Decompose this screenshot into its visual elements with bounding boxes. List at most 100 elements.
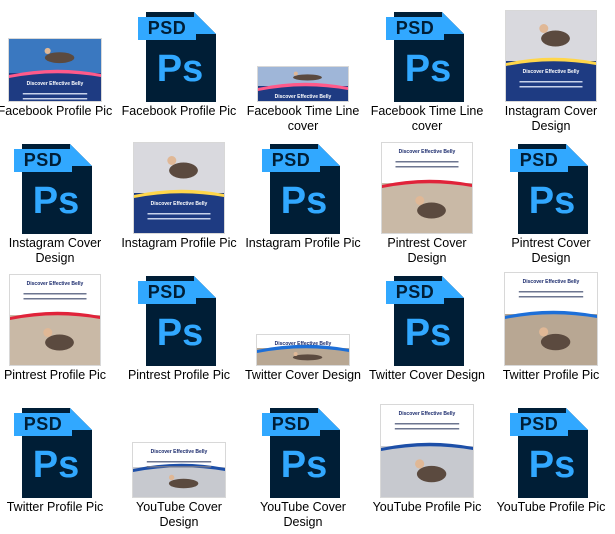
psd-file-icon: PSD Ps	[138, 12, 216, 102]
thumbnail-figure-head	[293, 351, 298, 356]
thumbnail-headline: Discover Effective Belly	[26, 281, 84, 287]
psd-file-item[interactable]: PSD Ps Pintrest Profile Pic	[117, 268, 241, 400]
psd-file-item[interactable]: PSD Ps Instagram Profile Pic	[241, 136, 365, 268]
file-thumbnail: Discover Effective Belly	[489, 8, 613, 102]
ps-glyph: Ps	[156, 48, 204, 90]
thumbnail-figure-head	[539, 327, 549, 337]
file-grid: Discover Effective Belly Facebook Profile…	[0, 0, 615, 534]
file-name-label: YouTube Cover Design	[136, 500, 222, 529]
image-file-item[interactable]: Discover Effective Belly YouTube Cover De…	[117, 400, 241, 532]
file-name-label: Pintrest Cover Design	[387, 236, 467, 265]
file-name-label: Instagram Cover Design	[504, 104, 598, 133]
thumbnail-figure-head	[293, 71, 298, 76]
thumbnail-figure	[540, 333, 571, 351]
ps-glyph: Ps	[528, 444, 576, 486]
image-thumbnail: Discover Effective Belly	[133, 142, 225, 234]
image-thumbnail: Discover Effective Belly	[381, 142, 473, 234]
thumbnail-text-line	[147, 213, 211, 215]
thumbnail-headline: Discover Effective Belly	[150, 201, 208, 207]
psd-file-icon: PSD Ps	[262, 408, 340, 498]
image-file-item[interactable]: Discover Effective Belly Twitter Cover De…	[241, 268, 365, 400]
thumbnail-figure	[169, 162, 198, 179]
thumbnail-headline: Discover Effective Belly	[522, 279, 580, 285]
thumbnail-figure-head	[415, 459, 425, 469]
ps-glyph: Ps	[528, 180, 576, 222]
psd-file-item[interactable]: PSD Ps Twitter Cover Design	[365, 268, 489, 400]
file-name-label: Instagram Profile Pic	[121, 236, 237, 250]
psd-tag-text: PSD	[386, 17, 444, 40]
thumbnail-text-line	[22, 98, 88, 100]
file-thumbnail: Discover Effective Belly	[241, 8, 365, 102]
thumbnail-text-line	[147, 218, 211, 220]
ps-glyph: Ps	[156, 312, 204, 354]
file-thumbnail: Discover Effective Belly	[489, 272, 613, 366]
file-thumbnail: PSD Ps	[0, 404, 117, 498]
psd-file-icon: PSD Ps	[510, 408, 588, 498]
file-thumbnail: PSD Ps	[489, 404, 613, 498]
file-thumbnail: Discover Effective Belly	[117, 140, 241, 234]
image-file-item[interactable]: Discover Effective Belly Instagram Cover …	[489, 4, 613, 136]
ps-glyph: Ps	[280, 444, 328, 486]
file-thumbnail: Discover Effective Belly	[0, 8, 117, 102]
image-file-item[interactable]: Discover Effective Belly Facebook Time Li…	[241, 4, 365, 136]
psd-tag-text: PSD	[14, 149, 72, 172]
thumbnail-figure-head	[415, 196, 425, 205]
thumbnail-figure	[168, 478, 199, 489]
file-thumbnail: Discover Effective Belly	[365, 140, 489, 234]
thumbnail-figure	[293, 74, 322, 81]
ps-glyph: Ps	[280, 180, 328, 222]
thumbnail-figure-head	[167, 156, 177, 165]
thumbnail-text-line	[518, 296, 584, 298]
file-name-label: Twitter Cover Design	[244, 368, 361, 382]
file-name-label: Pintrest Cover Design	[511, 236, 591, 265]
file-name-label: Facebook Profile Pic	[0, 104, 113, 118]
file-name-label: YouTube Profile Pic	[496, 500, 606, 514]
file-name-label: YouTube Profile Pic	[372, 500, 482, 514]
thumbnail-figure-head	[168, 474, 175, 481]
psd-file-item[interactable]: PSD Ps YouTube Cover Design	[241, 400, 365, 532]
psd-tag-text: PSD	[138, 281, 196, 304]
psd-file-item[interactable]: PSD Ps YouTube Profile Pic	[489, 400, 613, 532]
image-file-item[interactable]: Discover Effective Belly Pintrest Cover D…	[365, 136, 489, 268]
image-file-item[interactable]: Discover Effective Belly Facebook Profile…	[0, 4, 117, 136]
file-name-label: Twitter Profile Pic	[502, 368, 600, 382]
ps-glyph: Ps	[404, 48, 452, 90]
thumbnail-headline: Discover Effective Belly	[274, 341, 332, 347]
psd-file-icon: PSD Ps	[138, 276, 216, 366]
image-thumbnail: Discover Effective Belly	[256, 334, 350, 366]
thumbnail-text-line	[23, 293, 87, 295]
file-thumbnail: Discover Effective Belly	[117, 404, 241, 498]
image-file-item[interactable]: Discover Effective Belly Instagram Profil…	[117, 136, 241, 268]
psd-file-icon: PSD Ps	[386, 12, 464, 102]
psd-file-item[interactable]: PSD Ps Facebook Time Line cover	[365, 4, 489, 136]
file-name-label: Facebook Time Line cover	[370, 104, 484, 133]
psd-file-item[interactable]: PSD Ps Instagram Cover Design	[0, 136, 117, 268]
psd-file-item[interactable]: PSD Ps Facebook Profile Pic	[117, 4, 241, 136]
psd-file-item[interactable]: PSD Ps Pintrest Cover Design	[489, 136, 613, 268]
file-name-label: Facebook Time Line cover	[246, 104, 360, 133]
image-file-item[interactable]: Discover Effective Belly Pintrest Profile…	[0, 268, 117, 400]
psd-file-item[interactable]: PSD Ps Twitter Profile Pic	[0, 400, 117, 532]
thumbnail-text-line	[22, 93, 88, 95]
file-thumbnail: PSD Ps	[117, 272, 241, 366]
file-name-label: Facebook Profile Pic	[121, 104, 237, 118]
thumbnail-headline: Discover Effective Belly	[150, 449, 208, 455]
thumbnail-text-line	[394, 428, 460, 430]
psd-file-icon: PSD Ps	[14, 144, 92, 234]
thumbnail-figure-head	[44, 47, 51, 54]
image-file-item[interactable]: Discover Effective Belly Twitter Profile …	[489, 268, 613, 400]
thumbnail-text-line	[395, 166, 459, 168]
file-name-label: Pintrest Profile Pic	[127, 368, 231, 382]
thumbnail-text-line	[518, 291, 584, 293]
psd-file-icon: PSD Ps	[14, 408, 92, 498]
thumbnail-headline: Discover Effective Belly	[522, 69, 580, 75]
thumbnail-figure	[292, 354, 323, 361]
image-thumbnail: Discover Effective Belly	[504, 272, 598, 366]
thumbnail-figure	[44, 52, 75, 64]
image-file-item[interactable]: Discover Effective Belly YouTube Profile …	[365, 400, 489, 532]
psd-tag-text: PSD	[14, 413, 72, 436]
file-name-label: Twitter Cover Design	[368, 368, 485, 382]
psd-file-icon: PSD Ps	[386, 276, 464, 366]
psd-tag-text: PSD	[262, 413, 320, 436]
file-thumbnail: PSD Ps	[365, 272, 489, 366]
